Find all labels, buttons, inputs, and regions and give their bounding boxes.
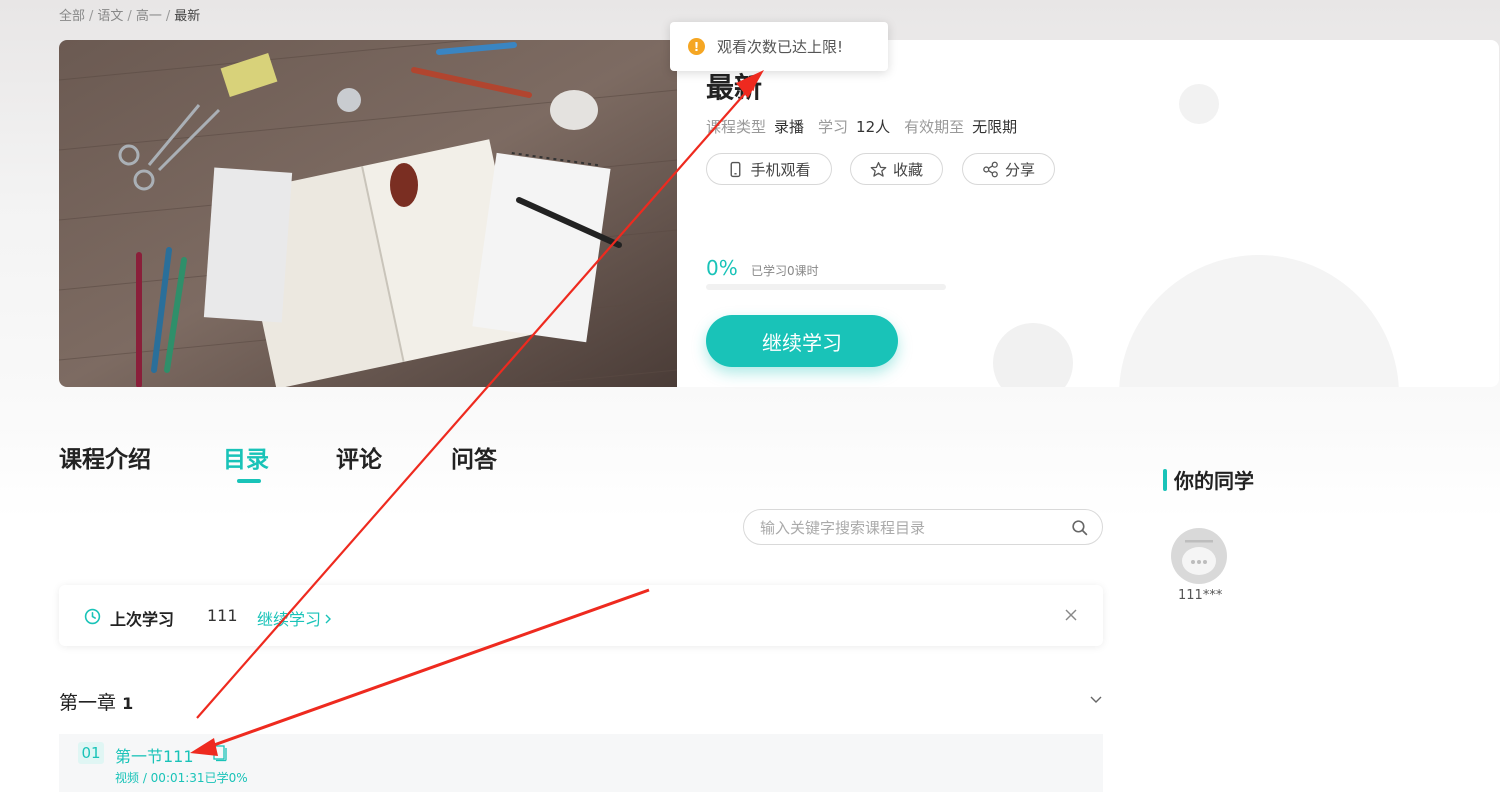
phone-icon <box>731 161 741 177</box>
continue-learning-button[interactable]: 继续学习 <box>706 315 898 367</box>
decorative-circle <box>1119 255 1399 387</box>
last-study-bar: 上次学习 111 继续学习 <box>59 585 1103 646</box>
chevron-down-icon[interactable] <box>1088 691 1104 707</box>
last-study-continue-link[interactable]: 继续学习 <box>257 606 333 630</box>
star-icon <box>870 161 887 177</box>
share-button[interactable]: 分享 <box>962 153 1055 185</box>
favorite-button[interactable]: 收藏 <box>850 153 943 185</box>
decorative-circle <box>1179 84 1219 124</box>
classmates-heading: 你的同学 <box>1163 465 1254 494</box>
tab-intro[interactable]: 课程介绍 <box>59 440 151 474</box>
toast-message: 观看次数已达上限! <box>717 38 844 56</box>
share-label: 分享 <box>1004 160 1035 179</box>
share-icon <box>983 161 998 177</box>
tab-qa[interactable]: 问答 <box>451 440 497 474</box>
chevron-right-icon <box>325 614 332 624</box>
clock-icon <box>84 608 101 625</box>
meta-label-type: 课程类型 <box>706 118 767 136</box>
search-icon[interactable] <box>1071 519 1088 536</box>
meta-label-students: 学习 <box>818 118 849 136</box>
tab-catalog[interactable]: 目录 <box>223 440 269 474</box>
tab-comments[interactable]: 评论 <box>336 440 382 474</box>
breadcrumb-current: 最新 <box>174 9 201 24</box>
meta-value-validity: 无限期 <box>972 118 1018 136</box>
chapter-prefix: 第一章 <box>59 692 117 714</box>
lesson-meta: 视频 / 00:01:31已学0% <box>115 771 248 785</box>
warning-icon: ! <box>688 38 705 55</box>
breadcrumb: 全部 / 语文 / 高一 / 最新 <box>59 5 200 24</box>
chapter-number: 1 <box>122 694 134 713</box>
default-avatar-icon <box>1182 540 1216 575</box>
learned-lessons-text: 已学习0课时 <box>751 264 819 278</box>
meta-label-validity: 有效期至 <box>904 118 965 136</box>
course-title: 最新 <box>706 71 763 104</box>
heading-accent-bar <box>1163 468 1167 491</box>
classmates-heading-text: 你的同学 <box>1174 469 1254 493</box>
limit-toast: ! 观看次数已达上限! <box>670 22 888 71</box>
progress-bar <box>706 284 946 290</box>
document-icon <box>213 745 227 762</box>
meta-value-type: 录播 <box>774 118 805 136</box>
course-meta: 课程类型 录播 学习 12人 有效期至 无限期 <box>706 116 1031 137</box>
mobile-watch-button[interactable]: 手机观看 <box>706 153 832 185</box>
lesson-row[interactable]: 01 第一节111 视频 / 00:01:31已学0% <box>59 734 1103 792</box>
active-tab-indicator <box>237 479 261 483</box>
close-icon[interactable] <box>1063 607 1079 623</box>
chapter-heading[interactable]: 第一章 1 <box>59 688 133 715</box>
mobile-watch-label: 手机观看 <box>750 160 811 179</box>
progress-percent: 0% <box>706 256 738 280</box>
catalog-search-box <box>743 509 1103 546</box>
catalog-search-input[interactable] <box>758 510 1062 546</box>
last-study-continue-label: 继续学习 <box>257 610 322 629</box>
breadcrumb-item-all[interactable]: 全部 <box>59 9 85 24</box>
favorite-label: 收藏 <box>892 160 923 179</box>
breadcrumb-item-grade[interactable]: 高一 <box>136 9 162 24</box>
breadcrumb-item-subject[interactable]: 语文 <box>97 9 123 24</box>
last-study-label: 上次学习 <box>110 610 175 629</box>
breadcrumb-separator: / <box>127 9 132 24</box>
classmate-name: 111*** <box>1178 588 1223 603</box>
avatar[interactable] <box>1171 528 1227 584</box>
course-cover-image <box>59 40 677 387</box>
lesson-name[interactable]: 第一节111 <box>115 743 194 767</box>
breadcrumb-separator: / <box>89 9 94 24</box>
decorative-circle <box>993 323 1073 387</box>
breadcrumb-separator: / <box>165 9 171 24</box>
last-study-lesson: 111 <box>207 606 238 625</box>
meta-value-students: 12人 <box>856 118 891 136</box>
lesson-index: 01 <box>78 742 104 764</box>
